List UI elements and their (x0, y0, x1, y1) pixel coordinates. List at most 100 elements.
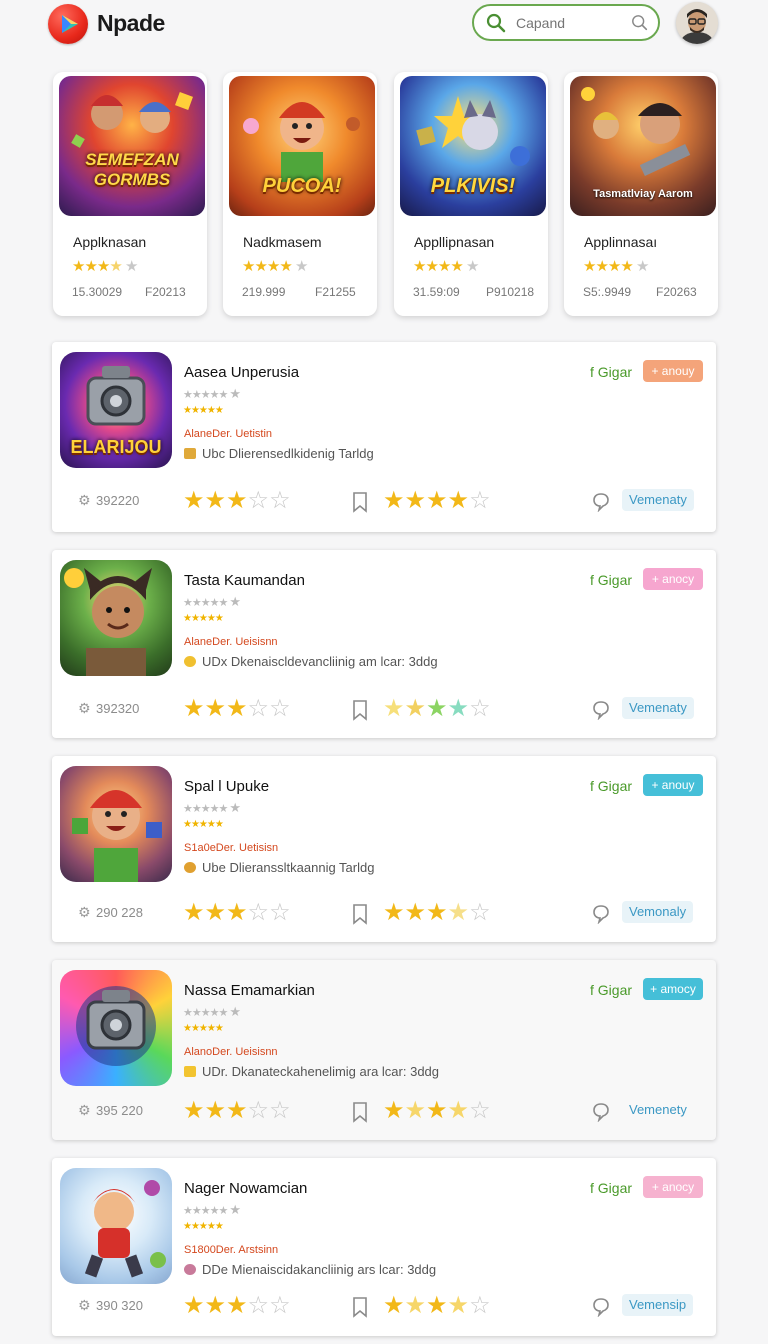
rating-stars-primary[interactable]: ★★★☆☆ (183, 694, 291, 723)
install-badge[interactable]: + anocy (643, 1176, 703, 1198)
featured-art-title: SEMEFZAN GORMBS (85, 150, 179, 189)
app-developer[interactable]: AlaneDer. Ueisisnn (184, 636, 278, 648)
bookmark-icon[interactable] (351, 491, 369, 513)
install-badge[interactable]: + anouy (643, 774, 703, 796)
rating-stars-primary[interactable]: ★★★☆☆ (183, 1291, 291, 1320)
chat-icon[interactable] (592, 1297, 610, 1317)
bookmark-icon[interactable] (351, 1296, 369, 1318)
app-title[interactable]: Spal l Upuke (184, 778, 269, 795)
description-icon (184, 448, 196, 459)
share-link[interactable]: f Gigar (590, 572, 632, 588)
share-link[interactable]: f Gigar (590, 982, 632, 998)
app-icon[interactable] (60, 970, 172, 1086)
gear-icon: ⚙ (78, 1102, 91, 1118)
rating-stars-secondary[interactable]: ★★★★☆ (383, 486, 491, 515)
app-title[interactable]: Tasta Kaumandan (184, 572, 305, 589)
share-link[interactable]: f Gigar (590, 778, 632, 794)
share-link[interactable]: f Gigar (590, 364, 632, 380)
category-pill[interactable]: Vemenaty (622, 489, 694, 511)
review-count: 392220 (96, 493, 140, 508)
app-developer[interactable]: S1a0eDer. Uetisisn (184, 842, 278, 854)
rating-stars-secondary[interactable]: ★★★★☆ (383, 1291, 491, 1320)
chat-icon[interactable] (592, 492, 610, 512)
install-badge[interactable]: + anouy (643, 360, 703, 382)
category-pill[interactable]: Vemenety (622, 1099, 694, 1121)
app-icon[interactable] (60, 766, 172, 882)
app-developer[interactable]: AlanoDer. Ueisisnn (184, 1046, 278, 1058)
user-avatar[interactable] (676, 2, 718, 44)
app-mini-stars-gold: ★★★★★ (183, 819, 224, 830)
rating-stars-primary[interactable]: ★★★☆☆ (183, 1096, 291, 1125)
rating-stars-secondary[interactable]: ★★★★☆ (383, 694, 491, 723)
app-icon[interactable] (60, 1168, 172, 1284)
app-description: UDx Dkenaiscldevancliinig am lcar: 3ddg (184, 654, 438, 669)
category-pill[interactable]: Vemensip (622, 1294, 694, 1316)
app-title[interactable]: Nassa Emamarkian (184, 982, 315, 999)
featured-app-art[interactable]: PLKIVIS! (400, 76, 546, 216)
description-icon (184, 1066, 196, 1077)
app-list-item[interactable]: Nassa Emamarkian ★★★★★ ★ ★★★★★ AlanoDer.… (52, 960, 716, 1140)
app-icon[interactable] (60, 560, 172, 676)
featured-rating-stars: ★★★★ ★ (413, 258, 479, 275)
featured-art-title: PLKIVIS! (430, 175, 516, 197)
bookmark-icon[interactable] (351, 903, 369, 925)
search-input[interactable] (516, 13, 626, 33)
app-developer[interactable]: S1800Der. Arstsinn (184, 1244, 278, 1256)
rating-stars-primary[interactable]: ★★★☆☆ (183, 898, 291, 927)
category-pill[interactable]: Vemenaty (622, 697, 694, 719)
install-badge[interactable]: + amocy (643, 978, 703, 1000)
featured-app-art[interactable]: SEMEFZAN GORMBS (59, 76, 205, 216)
featured-app-art[interactable]: Tasmatlviay Aarom (570, 76, 716, 216)
app-mini-stars-gold: ★★★★★ (183, 1023, 224, 1034)
featured-rating-stars: ★★★★ ★ (242, 258, 308, 275)
bookmark-icon[interactable] (351, 1101, 369, 1123)
row-footer: ⚙ 390 320 ★★★☆☆ ★★★★☆ Vemensip (52, 1291, 716, 1321)
app-list-item[interactable]: ELARIJOU Aasea Unperusia ★★★★★ ★ ★★★★★ A… (52, 342, 716, 532)
description-icon (184, 656, 196, 667)
gear-icon: ⚙ (78, 700, 91, 716)
app-mini-stars-gray: ★★★★★ ★ (183, 1202, 241, 1217)
app-title[interactable]: Nager Nowamcian (184, 1180, 307, 1197)
app-title[interactable]: Aasea Unperusia (184, 364, 299, 381)
review-count: 395 220 (96, 1103, 143, 1118)
app-icon-title: ELARIJOU (70, 437, 162, 457)
app-mini-stars-gold: ★★★★★ (183, 405, 224, 416)
featured-stat-downloads: 219.999 (242, 285, 286, 299)
featured-card[interactable]: Tasmatlviay Aarom Applinnasaı ★★★★ ★ S5:… (564, 72, 718, 316)
top-bar: Npade (0, 0, 768, 56)
chat-icon[interactable] (592, 904, 610, 924)
chat-icon[interactable] (592, 1102, 610, 1122)
rating-stars-secondary[interactable]: ★★★★☆ (383, 1096, 491, 1125)
featured-card[interactable]: SEMEFZAN GORMBS Applknasan ★★★★ ★ 15.300… (53, 72, 207, 316)
bookmark-icon[interactable] (351, 699, 369, 721)
app-mini-stars-gray: ★★★★★ ★ (183, 594, 241, 609)
row-footer: ⚙ 392220 ★★★☆☆ ★★★★☆ Vemenaty (52, 486, 716, 516)
featured-app-art[interactable]: PUCOA! (229, 76, 375, 216)
app-list-item[interactable]: Spal l Upuke ★★★★★ ★ ★★★★★ S1a0eDer. Uet… (52, 756, 716, 942)
featured-card[interactable]: PUCOA! Nadkmasem ★★★★ ★ 219.999 F21255 (223, 72, 377, 316)
review-count: 392320 (96, 701, 140, 716)
app-list-item[interactable]: Tasta Kaumandan ★★★★★ ★ ★★★★★ AlaneDer. … (52, 550, 716, 738)
share-link[interactable]: f Gigar (590, 1180, 632, 1196)
category-pill[interactable]: Vemonaly (622, 901, 694, 923)
app-brand-title[interactable]: Npade (97, 10, 165, 37)
row-footer: ⚙ 392320 ★★★☆☆ ★★★★☆ Vemenaty (52, 694, 716, 724)
review-count: 390 320 (96, 1298, 143, 1313)
app-list-item[interactable]: Nager Nowamcian ★★★★★ ★ ★★★★★ S1800Der. … (52, 1158, 716, 1336)
search-submit-icon[interactable] (631, 14, 649, 32)
row-footer: ⚙ 290 228 ★★★☆☆ ★★★★☆ Vemonaly (52, 898, 716, 928)
search-icon[interactable] (486, 13, 506, 33)
featured-card[interactable]: PLKIVIS! Appllipnasan ★★★★ ★ 31.59:09 P9… (394, 72, 548, 316)
app-icon[interactable]: ELARIJOU (60, 352, 172, 468)
featured-stat-code: P910218 (486, 285, 535, 299)
search-box[interactable] (472, 4, 660, 41)
app-developer[interactable]: AlaneDer. Uetistin (184, 428, 272, 440)
rating-stars-secondary[interactable]: ★★★★☆ (383, 898, 491, 927)
play-logo-icon[interactable] (48, 4, 88, 44)
chat-icon[interactable] (592, 700, 610, 720)
app-mini-stars-gray: ★★★★★ ★ (183, 386, 241, 401)
rating-stars-primary[interactable]: ★★★☆☆ (183, 486, 291, 515)
install-badge[interactable]: + anocy (643, 568, 703, 590)
featured-stat-code: F21255 (315, 285, 356, 299)
featured-art-title: Tasmatlviay Aarom (593, 188, 693, 200)
